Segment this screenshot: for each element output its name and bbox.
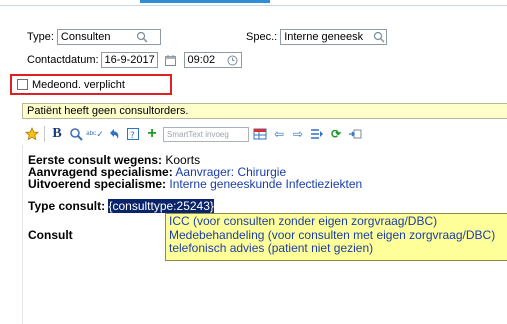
insert-field-icon[interactable]: ?: [125, 126, 141, 142]
insert-link-icon[interactable]: [347, 126, 363, 142]
contact-label: Contactdatum:: [27, 54, 99, 66]
calendar-icon[interactable]: [163, 52, 179, 68]
clock-icon[interactable]: [225, 53, 241, 67]
contact-date-field[interactable]: 16-9-2017: [100, 52, 158, 68]
type-label: Type:: [27, 31, 54, 43]
contact-time-value: 09:02: [187, 54, 216, 66]
spec-label: Spec.:: [246, 31, 278, 43]
table-icon[interactable]: [252, 126, 268, 142]
medeond-verplicht-checkbox-row[interactable]: Medeond. verplicht: [10, 74, 172, 95]
spec-row: Spec.: Interne geneesk: [246, 29, 388, 45]
star-icon[interactable]: [24, 126, 40, 142]
popup-option[interactable]: ICC (voor consulten zonder eigen zorgvra…: [169, 214, 507, 229]
add-icon[interactable]: +: [144, 126, 160, 142]
consultorders-banner: Patiënt heeft geen consultorders.: [22, 103, 507, 119]
search-icon[interactable]: [134, 30, 150, 44]
consulttype-options-popup: ICC (voor consulten zonder eigen zorgvra…: [165, 213, 507, 261]
medeond-verplicht-checkbox[interactable]: [17, 79, 28, 90]
find-icon[interactable]: [68, 126, 84, 142]
spec-field[interactable]: Interne geneesk: [280, 29, 388, 45]
consulttype-token[interactable]: {consulttype:25243}: [108, 199, 214, 213]
banner-text: Patiënt heeft geen consultorders.: [27, 105, 189, 117]
popup-option[interactable]: Medebehandeling (voor consulten met eige…: [169, 228, 507, 243]
note-line-executing-value: Interne geneeskunde Infectieziekten: [166, 177, 363, 191]
type-field[interactable]: Consulten: [56, 29, 161, 45]
note-line-executing-label: Uitvoerend specialisme:: [28, 177, 167, 191]
toolbar-separator: [44, 126, 45, 142]
medeond-verplicht-label: Medeond. verplicht: [32, 78, 125, 91]
spellcheck-icon[interactable]: ᵃᵇᶜ✓: [86, 126, 103, 142]
svg-text:?: ?: [130, 131, 135, 141]
editor-left-border: [22, 145, 23, 324]
type-row: Type: Consulten: [27, 29, 161, 45]
note-line-type-label: Type consult:: [28, 199, 106, 213]
bold-icon[interactable]: B: [49, 126, 65, 142]
list-arrow-icon[interactable]: [309, 126, 325, 142]
refresh-icon[interactable]: ⟳: [328, 126, 344, 142]
type-field-value: Consulten: [60, 31, 111, 43]
note-line-type-consult[interactable]: Type consult: {consulttype:25243}: [28, 199, 214, 213]
undo-icon[interactable]: [106, 126, 122, 142]
contact-date-value: 16-9-2017: [104, 54, 155, 66]
active-tab-indicator: [140, 0, 270, 3]
note-line-executing-specialty[interactable]: Uitvoerend specialisme: Interne geneesku…: [28, 178, 362, 190]
editor-toolbar: B ᵃᵇᶜ✓ ? + SmartText invoeg ⇦ ⇨ ⟳: [24, 124, 507, 144]
spec-field-value: Interne geneesk: [284, 31, 364, 43]
popup-option[interactable]: telefonisch advies (patient niet gezien): [169, 241, 507, 256]
note-line-consult[interactable]: Consult: [28, 229, 73, 241]
arrow-right-icon[interactable]: ⇨: [290, 126, 306, 142]
contact-row: Contactdatum: 16-9-2017 09:02: [27, 52, 242, 68]
smarttext-input[interactable]: SmartText invoeg: [163, 126, 249, 142]
arrow-left-icon[interactable]: ⇦: [271, 126, 287, 142]
contact-time-field[interactable]: 09:02: [183, 52, 242, 68]
top-divider: [0, 5, 507, 6]
note-line-consult-label: Consult: [28, 228, 73, 242]
search-icon[interactable]: [371, 30, 387, 44]
